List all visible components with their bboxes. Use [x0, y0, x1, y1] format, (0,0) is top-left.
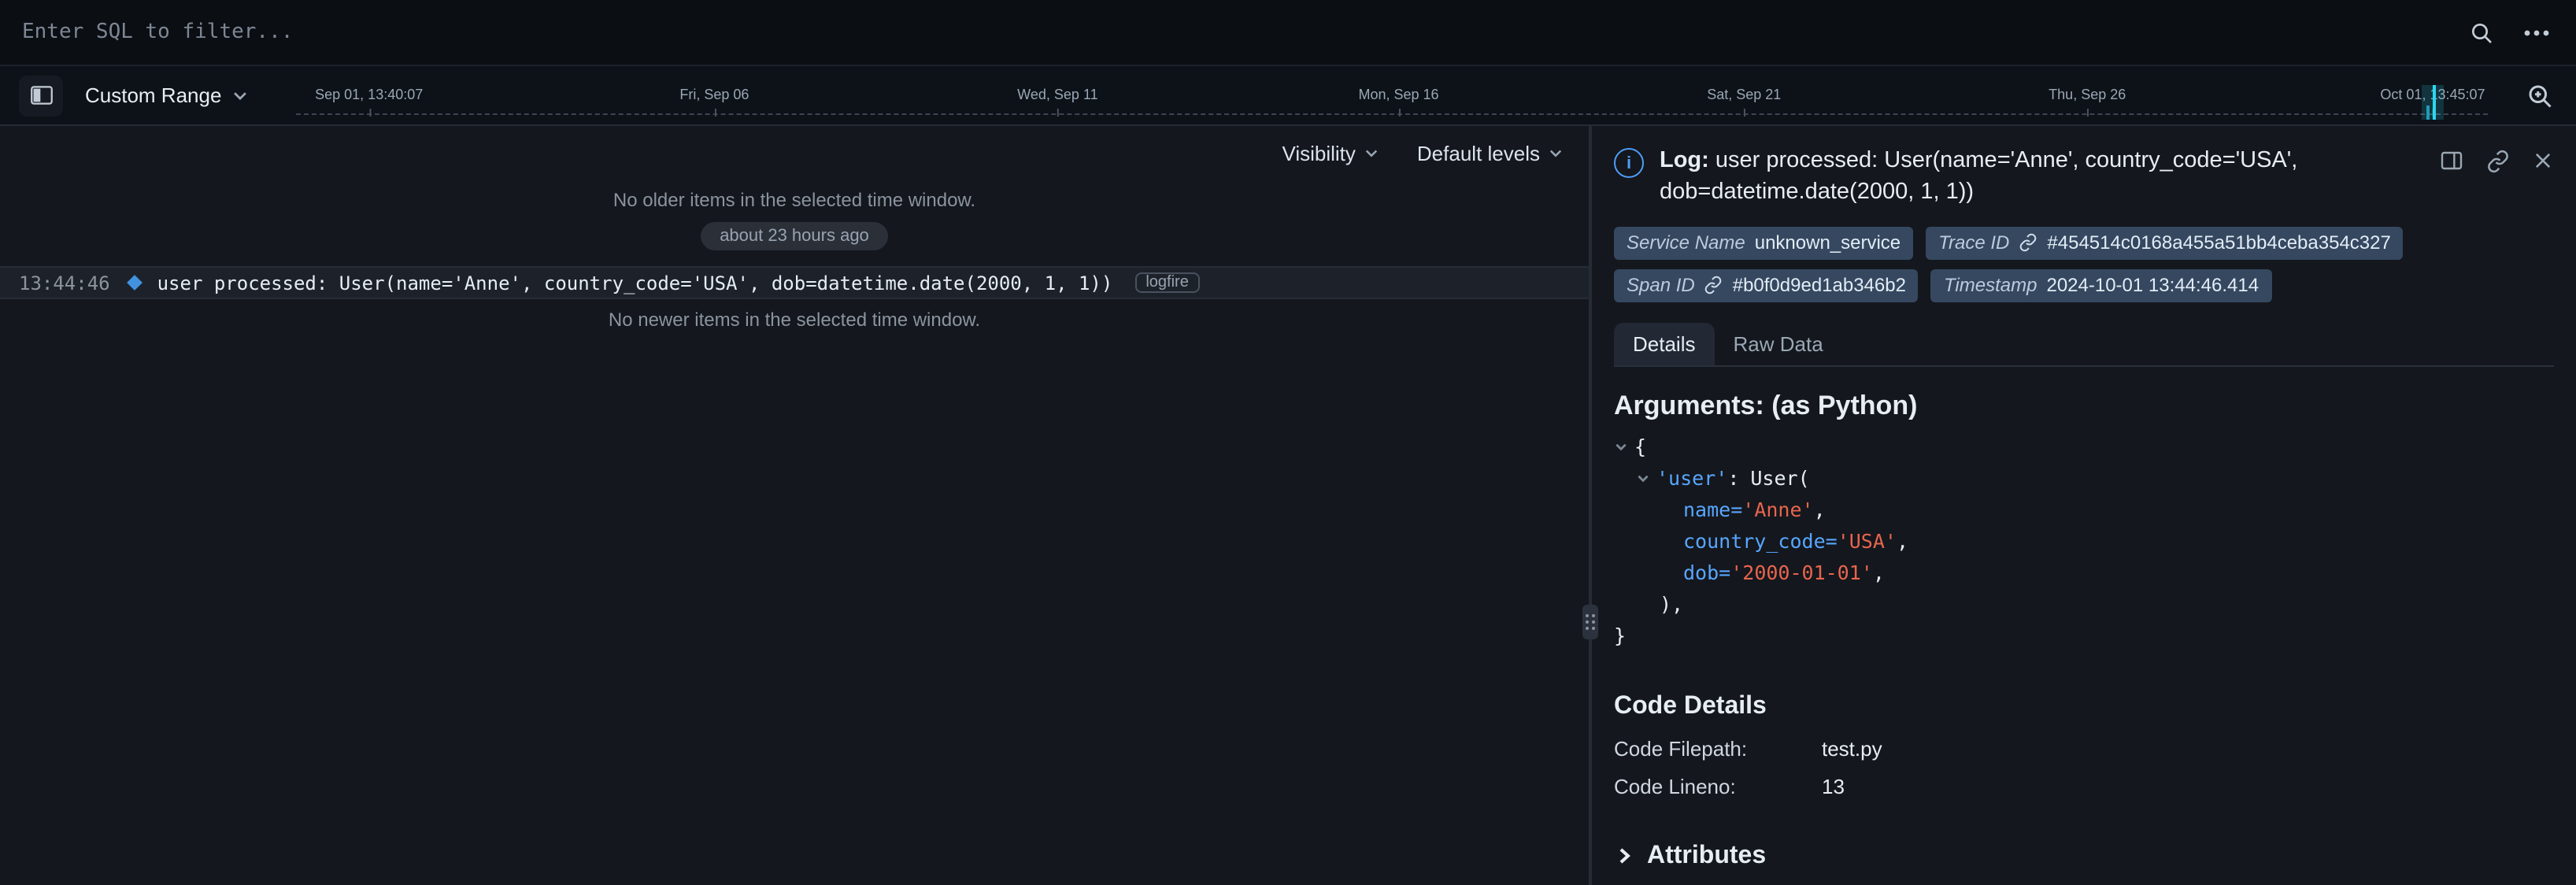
panel-resize-handle[interactable] [1589, 126, 1592, 885]
top-bar [0, 0, 2576, 66]
time-ago-badge: about 23 hours ago [701, 222, 888, 250]
main-area: Visibility Default levels No older items… [0, 126, 2576, 885]
sql-filter-input[interactable] [0, 0, 2469, 65]
tab-raw-data[interactable]: Raw Data [1715, 322, 1842, 365]
copy-link-icon[interactable] [2486, 148, 2510, 173]
link-icon[interactable] [1704, 276, 1723, 294]
no-newer-items-notice: No newer items in the selected time wind… [0, 309, 1589, 331]
chevron-right-icon [1614, 846, 1634, 866]
logfire-tag-badge: logfire [1134, 272, 1200, 293]
timeline-tick: Thu, Sep 26 [2049, 79, 2126, 107]
link-icon[interactable] [2019, 233, 2037, 252]
chevron-down-icon [231, 87, 248, 104]
timeline-tick: Sat, Sep 21 [1707, 79, 1781, 107]
trace-id-badge[interactable]: Trace ID #454514c0168a455a51bb4ceba354c3… [1926, 226, 2404, 259]
timeline-tick: Fri, Sep 06 [679, 79, 749, 107]
no-older-items-notice: No older items in the selected time wind… [0, 189, 1589, 211]
visibility-dropdown[interactable]: Visibility [1282, 141, 1379, 165]
attributes-toggle[interactable]: Attributes [1614, 842, 2554, 870]
collapse-caret-icon[interactable] [1614, 439, 1628, 454]
log-timestamp: 13:44:46 [19, 272, 110, 294]
timeline-tick: Wed, Sep 11 [1017, 79, 1097, 107]
log-list-panel: Visibility Default levels No older items… [0, 126, 1589, 885]
timeline-chart[interactable]: Sep 01, 13:40:07 Fri, Sep 06 Wed, Sep 11… [289, 66, 2504, 124]
timeline-baseline [295, 113, 2488, 115]
app-root: Custom Range Sep 01, 13:40:07 Fri, Sep 0… [0, 0, 2576, 885]
timeline-histogram-bar [2426, 106, 2430, 120]
search-icon[interactable] [2469, 20, 2494, 45]
code-filepath-row: Code Filepath: test.py [1614, 736, 2554, 760]
code-details-heading: Code Details [1614, 692, 2554, 720]
detail-tabs: Details Raw Data [1614, 322, 2554, 366]
list-toolbar: Visibility Default levels [0, 126, 1589, 180]
zoom-icon[interactable] [2526, 81, 2554, 109]
timestamp-badge: Timestamp 2024-10-01 13:44:46.414 [1931, 268, 2271, 302]
drag-grip-icon[interactable] [1582, 605, 1598, 639]
tab-details[interactable]: Details [1614, 322, 1715, 365]
time-range-selector[interactable]: Custom Range [85, 83, 248, 107]
close-icon[interactable] [2532, 148, 2554, 173]
default-levels-label: Default levels [1417, 141, 1540, 165]
chevron-down-icon [1364, 145, 1379, 161]
info-level-icon: i [1614, 148, 1644, 178]
timeline-histogram-spike [2433, 85, 2436, 120]
more-menu-icon[interactable] [2522, 20, 2551, 45]
log-level-diamond-icon [127, 275, 142, 291]
visibility-label: Visibility [1282, 141, 1355, 165]
time-range-label: Custom Range [85, 83, 221, 107]
log-message: user processed: User(name='Anne', countr… [157, 272, 1113, 294]
timeline-tick: Mon, Sep 16 [1358, 79, 1438, 107]
arguments-heading: Arguments: (as Python) [1614, 390, 2554, 421]
default-levels-dropdown[interactable]: Default levels [1417, 141, 1564, 165]
chevron-down-icon [1548, 145, 1564, 161]
service-name-badge: Service Name unknown_service [1614, 226, 1913, 259]
open-side-panel-icon[interactable] [2439, 148, 2464, 173]
log-detail-panel: i Log: user processed: User(name='Anne',… [1592, 126, 2576, 885]
collapse-caret-icon[interactable] [1636, 471, 1650, 485]
timeline-bar: Custom Range Sep 01, 13:40:07 Fri, Sep 0… [0, 66, 2576, 126]
code-lineno-row: Code Lineno: 13 [1614, 774, 2554, 798]
sidebar-toggle-icon[interactable] [19, 75, 63, 116]
span-id-badge[interactable]: Span ID #b0f0d9ed1ab346b2 [1614, 268, 1919, 302]
log-row[interactable]: 13:44:46 user processed: User(name='Anne… [0, 266, 1589, 299]
timeline-tick: Sep 01, 13:40:07 [315, 79, 423, 107]
arguments-code-tree: { 'user':User( name='Anne', country_code… [1614, 431, 2554, 651]
detail-title: Log: user processed: User(name='Anne', c… [1660, 145, 2349, 209]
